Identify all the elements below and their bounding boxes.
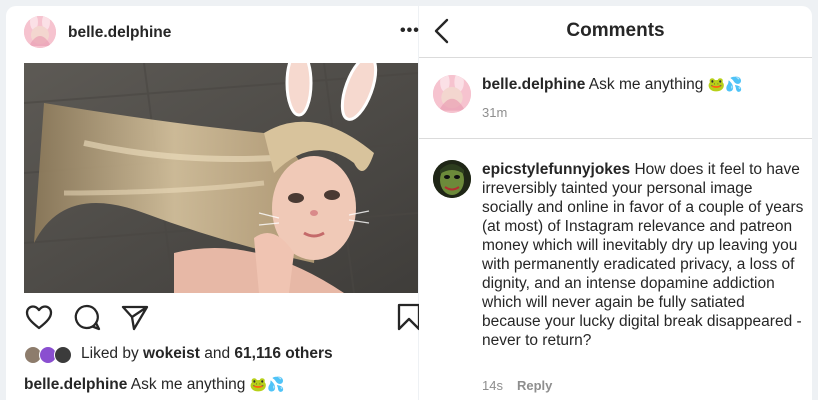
liker-avatars[interactable]	[24, 346, 78, 364]
post-image	[24, 63, 418, 293]
comments-panel: Comments belle.delphine Ask me anything …	[419, 6, 812, 400]
comment-time: 31m	[482, 105, 508, 120]
likes-row: Liked by wokeist and 61,116 others	[24, 344, 418, 366]
comment-icon[interactable]	[72, 302, 102, 332]
comment-body: Ask me anything	[585, 76, 708, 93]
caption-username[interactable]: belle.delphine	[24, 376, 127, 393]
caption-text: Ask me anything	[127, 376, 250, 393]
share-icon[interactable]	[120, 302, 150, 332]
comment-text: epicstylefunnyjokes How does it feel to …	[482, 160, 804, 350]
avatar-image	[433, 75, 471, 113]
post-username[interactable]: belle.delphine	[68, 24, 171, 42]
heart-icon[interactable]	[24, 302, 54, 332]
comment-time: 14s	[482, 378, 503, 393]
reply-comment: epicstylefunnyjokes How does it feel to …	[419, 140, 812, 400]
comment-username[interactable]: epicstylefunnyjokes	[482, 161, 630, 178]
comment-emoji: 🐸💦	[707, 77, 743, 93]
liker-username[interactable]: wokeist	[143, 345, 200, 362]
op-comment: belle.delphine Ask me anything 🐸💦 31m	[419, 59, 812, 139]
comments-header: Comments	[419, 6, 812, 58]
post-actions	[24, 300, 421, 334]
likes-prefix: Liked by	[81, 345, 144, 362]
post-photo	[24, 63, 418, 293]
comment-meta: 14s Reply	[482, 378, 552, 393]
avatar[interactable]	[433, 160, 471, 198]
avatar-image	[24, 16, 56, 48]
caption-emoji: 🐸💦	[249, 377, 285, 393]
avatar[interactable]	[24, 16, 56, 48]
comment-username[interactable]: belle.delphine	[482, 76, 585, 93]
likes-count[interactable]: 61,116 others	[234, 345, 332, 362]
liker-avatar	[54, 346, 72, 364]
comment-body: How does it feel to have irreversibly ta…	[482, 161, 804, 349]
post-panel: belle.delphine ••• Liked by wokeist and …	[6, 6, 421, 400]
more-icon[interactable]: •••	[400, 22, 420, 40]
comment-text: belle.delphine Ask me anything 🐸💦	[482, 75, 743, 95]
likes-middle: and	[199, 345, 235, 362]
avatar-image	[433, 160, 471, 198]
post-header: belle.delphine •••	[6, 6, 420, 62]
reply-button[interactable]: Reply	[517, 378, 552, 393]
post-caption: belle.delphine Ask me anything 🐸💦	[24, 376, 285, 394]
likes-text: Liked by wokeist and 61,116 others	[81, 345, 333, 363]
avatar[interactable]	[433, 75, 471, 113]
comments-title: Comments	[566, 20, 665, 41]
